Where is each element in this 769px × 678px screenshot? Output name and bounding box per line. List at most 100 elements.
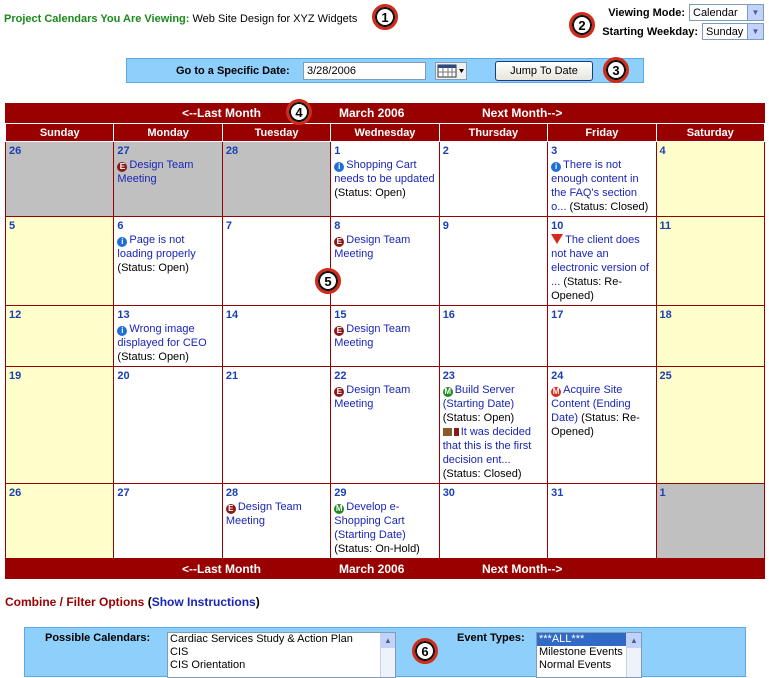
day-number-link[interactable]: 21 [226,369,327,383]
calendar-day-cell[interactable]: 9 [438,216,549,306]
day-number-link[interactable]: 23 [443,369,544,383]
day-number-link[interactable]: 14 [226,308,327,322]
calendar-day-cell[interactable]: 18 [655,305,766,367]
calendar-day-cell[interactable]: 19 [4,366,115,484]
scrollbar[interactable]: ▲ [626,633,641,677]
calendar-day-cell[interactable]: 21 [221,366,332,484]
day-number-link[interactable]: 8 [334,219,435,233]
calendar-day-cell[interactable]: 11 [655,216,766,306]
possible-calendars-list[interactable]: Cardiac Services Study & Action Plan CIS C… [167,632,396,678]
calendar-day-cell[interactable]: 1 [655,483,766,559]
day-number-link[interactable]: 13 [117,308,218,322]
day-number-link[interactable]: 25 [660,369,761,383]
calendar-day-cell[interactable]: 10 The client does not have an electronic… [547,216,657,306]
event-link[interactable]: Shopping Cart needs to be updated [334,159,434,185]
day-number-link[interactable]: 26 [9,486,110,500]
calendar-day-cell[interactable]: 29 M Develop e-Shopping Cart (Starting Dat… [330,483,440,559]
event-link[interactable]: Page is not loading properly [117,234,195,260]
next-month-link[interactable]: Next Month--> [482,106,562,120]
calendar-day-cell[interactable]: 12 [4,305,115,367]
calendar-day-cell[interactable]: 23 M Build Server (Starting Date) (Status:… [438,366,549,484]
day-number-link[interactable]: 27 [117,486,218,500]
calendar-day-cell[interactable]: 15 E Design Team Meeting [330,305,440,367]
day-number-link[interactable]: 11 [660,219,761,233]
day-number-link[interactable]: 31 [551,486,652,500]
calendar-day-cell[interactable]: 1 i Shopping Cart needs to be updated (Sta… [330,141,440,217]
day-number-link[interactable]: 30 [443,486,544,500]
day-number-link[interactable]: 20 [117,369,218,383]
calendar-day-cell[interactable]: 13 i Wrong image displayed for CEO (Status… [113,305,223,367]
calendar-day-cell[interactable]: 5 [4,216,115,306]
calendar-day-cell[interactable]: 26 [4,483,115,559]
calendar-day-cell[interactable]: 17 [547,305,657,367]
day-number-link[interactable]: 1 [660,486,761,500]
day-number-link[interactable]: 1 [334,144,435,158]
gavel-icon [442,428,459,436]
calendar-day-cell[interactable]: 22 E Design Team Meeting [330,366,440,484]
viewing-mode-select[interactable]: Calendar ▼ [689,4,764,21]
jump-to-date-button[interactable]: Jump To Date [495,61,593,81]
day-number-link[interactable]: 18 [660,308,761,322]
next-month-link[interactable]: Next Month--> [482,562,562,576]
calendar-day-cell[interactable]: 24 M Acquire Site Content (Ending Date) (S… [547,366,657,484]
event-link[interactable]: Design Team Meeting [334,234,410,260]
calendar-day-cell[interactable]: 26 [4,141,115,217]
calendar-day-cell[interactable]: 7 [221,216,332,306]
last-month-link[interactable]: <--Last Month [182,562,261,576]
day-number-link[interactable]: 29 [334,486,435,500]
day-number-link[interactable]: 19 [9,369,110,383]
calendar-day-cell[interactable]: 30 [438,483,549,559]
day-number-link[interactable]: 28 [226,486,327,500]
last-month-link[interactable]: <--Last Month [182,106,261,120]
goto-date-input[interactable] [303,62,426,80]
day-number-link[interactable]: 22 [334,369,435,383]
calendar-picker-button[interactable] [435,62,467,80]
day-number-link[interactable]: 9 [443,219,544,233]
scrollbar[interactable]: ▲ [380,633,395,677]
calendar-option[interactable]: Cardiac Services Study & Action Plan [168,633,395,646]
calendar-day-cell[interactable]: 27 E Design Team Meeting [113,141,223,217]
calendar-day-cell[interactable]: 4 [655,141,766,217]
day-number-link[interactable]: 4 [660,144,761,158]
calendar-day-cell[interactable]: 3 i There is not enough content in the FAQ… [547,141,657,217]
day-number-link[interactable]: 7 [226,219,327,233]
event-link[interactable]: Design Team Meeting [334,384,410,410]
scroll-up-icon[interactable]: ▲ [627,633,641,648]
day-number-link[interactable]: 10 [551,219,652,233]
event-link[interactable]: Wrong image displayed for CEO [117,323,206,349]
calendar-day-cell[interactable]: 2 [438,141,549,217]
day-number-link[interactable]: 24 [551,369,652,383]
day-number-link[interactable]: 26 [9,144,110,158]
day-number-link[interactable]: 16 [443,308,544,322]
event-link[interactable]: Develop e-Shopping Cart (Starting Date) [334,501,406,541]
event-types-list[interactable]: ***ALL*** Milestone Events Normal Events ▲ [536,632,642,678]
calendar-day-cell[interactable]: 20 [113,366,223,484]
day-number-link[interactable]: 28 [226,144,327,158]
day-number-link[interactable]: 17 [551,308,652,322]
show-instructions-link[interactable]: Show Instructions [152,595,256,609]
day-number-link[interactable]: 5 [9,219,110,233]
calendar-option[interactable]: CIS Orientation [168,659,395,672]
event-link[interactable]: Build Server (Starting Date) [443,384,515,410]
starting-weekday-select[interactable]: Sunday ▼ [702,23,764,40]
day-number-link[interactable]: 2 [443,144,544,158]
day-number-link[interactable]: 3 [551,144,652,158]
scroll-up-icon[interactable]: ▲ [381,633,395,648]
calendar-day-cell[interactable]: 14 [221,305,332,367]
calendar-day-cell[interactable]: 6 i Page is not loading properly (Status: … [113,216,223,306]
calendar-day-cell[interactable]: 16 [438,305,549,367]
calendar-day-cell[interactable]: 8 E Design Team Meeting [330,216,440,306]
day-number-link[interactable]: 12 [9,308,110,322]
calendar-day-cell[interactable]: 28 [221,141,332,217]
event-link[interactable]: Design Team Meeting [226,501,302,527]
calendar-day-cell[interactable]: 31 [547,483,657,559]
calendar-day-cell[interactable]: 27 [113,483,223,559]
event-link[interactable]: Design Team Meeting [117,159,193,185]
day-number-link[interactable]: 6 [117,219,218,233]
day-number-link[interactable]: 15 [334,308,435,322]
calendar-day-cell[interactable]: 28 E Design Team Meeting [221,483,332,559]
calendar-day-cell[interactable]: 25 [655,366,766,484]
day-number-link[interactable]: 27 [117,144,218,158]
calendar-option[interactable]: CIS [168,646,395,659]
event-link[interactable]: Design Team Meeting [334,323,410,349]
